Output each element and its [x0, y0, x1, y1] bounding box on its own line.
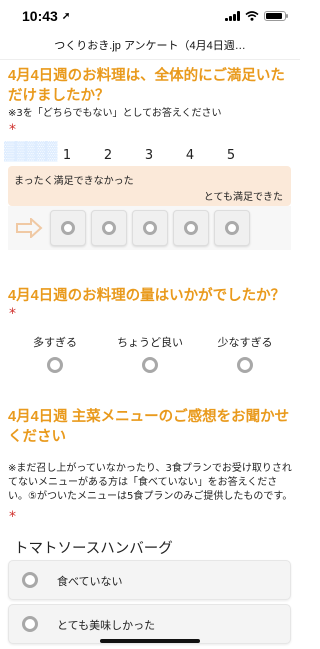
- q1-rating-scale: [8, 206, 291, 250]
- q2-option-radio-too-little[interactable]: [237, 357, 253, 373]
- q1-scale-numbers: 1 2 3 4 5: [0, 148, 300, 164]
- rating-option-1[interactable]: [50, 210, 86, 246]
- scale-number: 1: [62, 148, 72, 163]
- q2-option-radio-too-much[interactable]: [47, 357, 63, 373]
- choice-label: とても美味しかった: [57, 619, 156, 632]
- menu-item-name: トマトソースハンバーグ: [14, 541, 173, 557]
- status-bar: 10:43 ➚: [0, 0, 300, 32]
- q3-required-mark: *: [9, 509, 16, 525]
- choice-very-delicious[interactable]: とても美味しかった: [8, 604, 291, 644]
- wifi-icon: [245, 11, 259, 21]
- rating-option-4[interactable]: [173, 210, 209, 246]
- q1-title: 4月4日週のお料理は、全体的にご満足いただけましたか？: [8, 68, 285, 104]
- q2-option-label: 少なすぎる: [217, 336, 273, 349]
- rating-low-label: まったく満足できなかった: [14, 176, 134, 187]
- scale-number: 5: [226, 148, 236, 163]
- q1-rating-labels: まったく満足できなかった とても満足できた: [8, 166, 291, 206]
- q3-title: 4月4日週 主菜メニューのご感想をお聞かせください: [8, 409, 290, 445]
- radio-icon: [61, 221, 75, 235]
- rating-high-label: とても満足できた: [203, 192, 283, 203]
- scale-number: 3: [144, 148, 154, 163]
- radio-icon: [22, 572, 38, 588]
- clock: 10:43: [22, 8, 58, 24]
- status-icons: [225, 11, 288, 21]
- radio-icon: [102, 221, 116, 235]
- radio-icon: [184, 221, 198, 235]
- choice-not-eaten[interactable]: 食べていない: [8, 560, 291, 600]
- signal-icon: [225, 11, 240, 21]
- page-title: つくりおき.jp アンケート（4月4日週…: [0, 32, 300, 60]
- q2-title: 4月4日週のお料理の量はいかがでしたか？: [8, 288, 286, 304]
- rating-option-2[interactable]: [91, 210, 127, 246]
- scale-number: 4: [185, 148, 195, 163]
- q2-required-mark: *: [9, 306, 16, 322]
- radio-icon: [225, 221, 239, 235]
- q3-note: ※まだ召し上がっていなかったり、3食プランでお受け取りされてないメニューがある方…: [8, 463, 293, 502]
- rating-option-3[interactable]: [132, 210, 168, 246]
- arrow-right-icon: [16, 218, 43, 238]
- radio-icon: [143, 221, 157, 235]
- rating-option-5[interactable]: [214, 210, 250, 246]
- q2-option-label: ちょうど良い: [117, 336, 183, 349]
- status-time: 10:43 ➚: [22, 8, 70, 24]
- home-indicator: [100, 639, 200, 643]
- radio-icon: [22, 616, 38, 632]
- q2-option-radio-just-right[interactable]: [142, 357, 158, 373]
- location-icon: ➚: [61, 10, 71, 22]
- q2-option-label: 多すぎる: [33, 336, 77, 349]
- choice-label: 食べていない: [57, 575, 123, 588]
- q1-note: ※3を「どちらでもない」としてお答えください: [8, 108, 222, 119]
- scale-number: 2: [103, 148, 113, 163]
- battery-icon: [264, 11, 288, 21]
- q1-required-mark: *: [9, 122, 16, 138]
